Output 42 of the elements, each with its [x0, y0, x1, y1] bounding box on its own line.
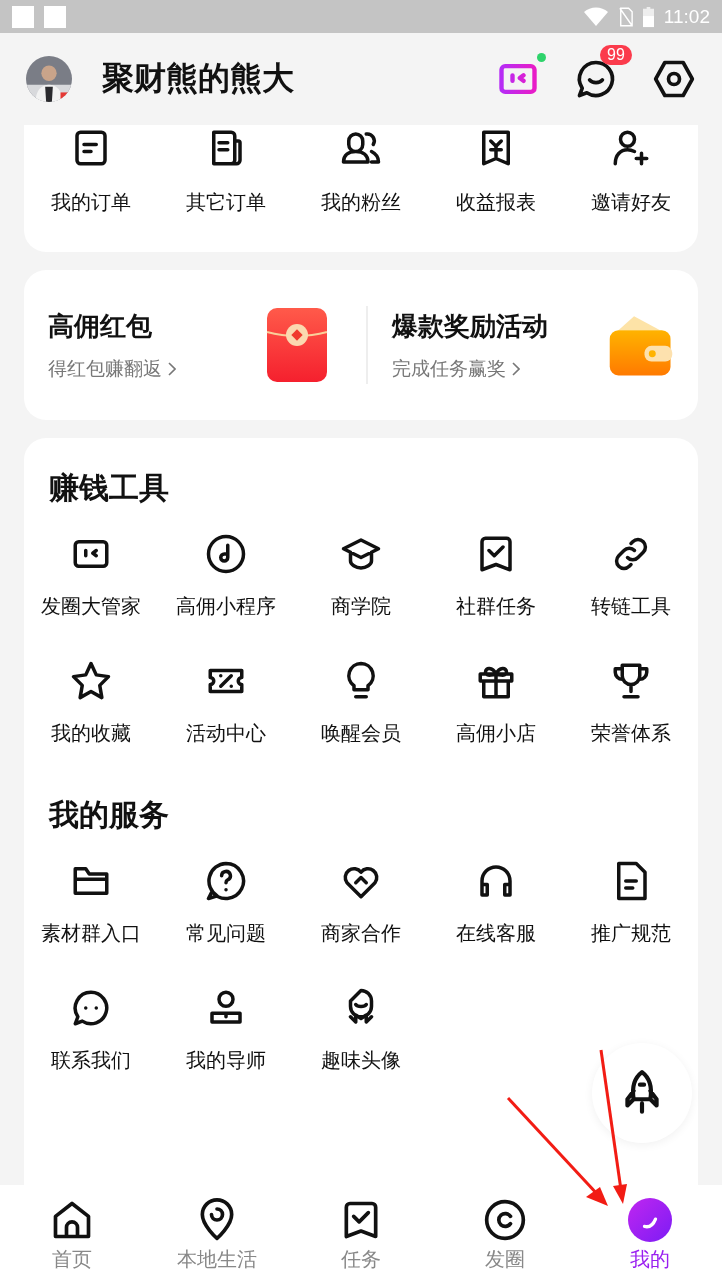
nav-tab[interactable]: 任务	[288, 1185, 434, 1285]
promo-title[interactable]: 高佣红包	[48, 308, 176, 344]
nav-label: 首页	[52, 1245, 93, 1273]
nav-label: 任务	[341, 1245, 381, 1273]
menu-item[interactable]: 我的导师	[186, 1047, 267, 1074]
menu-item[interactable]: 商家合作	[321, 920, 401, 947]
menu-item[interactable]: 我的粉丝	[321, 189, 401, 216]
username: 聚财熊的熊大	[102, 58, 294, 99]
menu-item[interactable]: 我的收藏	[51, 720, 132, 747]
promo-subtitle[interactable]: 完成任务赢奖	[392, 355, 506, 382]
nav-tab-selected[interactable]: 我的	[577, 1185, 722, 1285]
nav-label: 发圈	[485, 1245, 526, 1273]
clock: 11:02	[663, 5, 710, 28]
menu-item[interactable]: 推广规范	[590, 920, 671, 947]
section-title: 我的服务	[47, 796, 170, 834]
menu-item[interactable]: 高佣小程序	[176, 593, 277, 620]
nav-label: 我的	[629, 1245, 670, 1273]
menu-item[interactable]: 在线客服	[455, 920, 536, 947]
menu-item[interactable]: 发圈大管家	[41, 593, 142, 620]
menu-item[interactable]: 收益报表	[455, 189, 536, 216]
menu-item[interactable]: 活动中心	[186, 720, 267, 747]
menu-item[interactable]: 邀请好友	[590, 189, 671, 216]
menu-item[interactable]: 素材群入口	[41, 920, 142, 947]
menu-item[interactable]: 社群任务	[455, 593, 536, 620]
section-title: 赚钱工具	[48, 469, 170, 507]
menu-item[interactable]: 其它订单	[186, 189, 267, 216]
nav-tab[interactable]: 首页	[0, 1185, 145, 1285]
nav-label: 本地生活	[176, 1245, 257, 1273]
nav-tab[interactable]: 发圈	[433, 1185, 578, 1285]
promo-title[interactable]: 爆款奖励活动	[392, 308, 548, 344]
menu-item[interactable]: 荣誉体系	[590, 720, 671, 747]
menu-item[interactable]: 商学院	[331, 593, 391, 620]
menu-item[interactable]: 常见问题	[186, 920, 267, 947]
menu-item[interactable]: 高佣小店	[455, 720, 536, 747]
nav-tab[interactable]: 本地生活	[144, 1185, 289, 1285]
menu-item[interactable]: 转链工具	[590, 593, 671, 620]
menu-item[interactable]: 唤醒会员	[321, 720, 401, 747]
menu-item[interactable]: 我的订单	[51, 189, 132, 216]
menu-item[interactable]: 趣味头像	[321, 1047, 401, 1074]
menu-item[interactable]: 联系我们	[51, 1047, 132, 1074]
promo-subtitle[interactable]: 得红包赚翻返	[48, 355, 162, 382]
message-count-badge: 99	[600, 45, 632, 65]
